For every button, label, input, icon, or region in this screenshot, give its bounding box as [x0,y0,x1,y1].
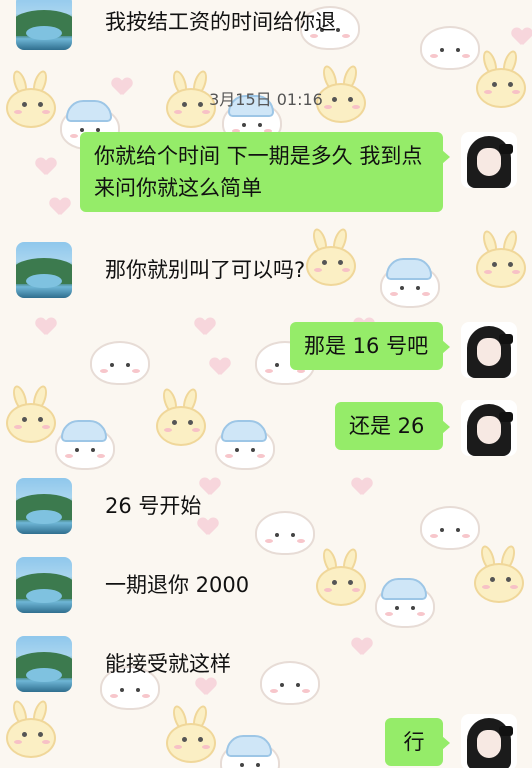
girl-avatar[interactable] [461,400,517,456]
message-text[interactable]: 能接受就这样 [105,648,231,680]
message-text[interactable]: 那你就别叫了可以吗? [105,254,305,286]
message-bubble-outgoing[interactable]: 还是 26 [335,402,450,450]
landscape-avatar[interactable] [16,0,72,50]
message-text[interactable]: 一期退你 2000 [105,569,249,601]
message-bubble-outgoing[interactable]: 行 [385,718,450,766]
message-bubble-outgoing[interactable]: 那是 16 号吧 [290,322,450,370]
landscape-avatar[interactable] [16,636,72,692]
message-text[interactable]: 我按结工资的时间给你退 [105,6,336,38]
landscape-avatar[interactable] [16,557,72,613]
message-text[interactable]: 26 号开始 [105,490,201,522]
girl-avatar[interactable] [461,714,517,768]
message-bubble-outgoing[interactable]: 你就给个时间 下一期是多久 我到点来问你就这么简单 [80,132,450,212]
girl-avatar[interactable] [461,322,517,378]
girl-avatar[interactable] [461,132,517,188]
landscape-avatar[interactable] [16,478,72,534]
landscape-avatar[interactable] [16,242,72,298]
chat-message-list[interactable]: 我按结工资的时间给你退 3月15日 01:16 你就给个时间 下一期是多久 我到… [0,0,532,768]
message-timestamp: 3月15日 01:16 [209,90,323,109]
